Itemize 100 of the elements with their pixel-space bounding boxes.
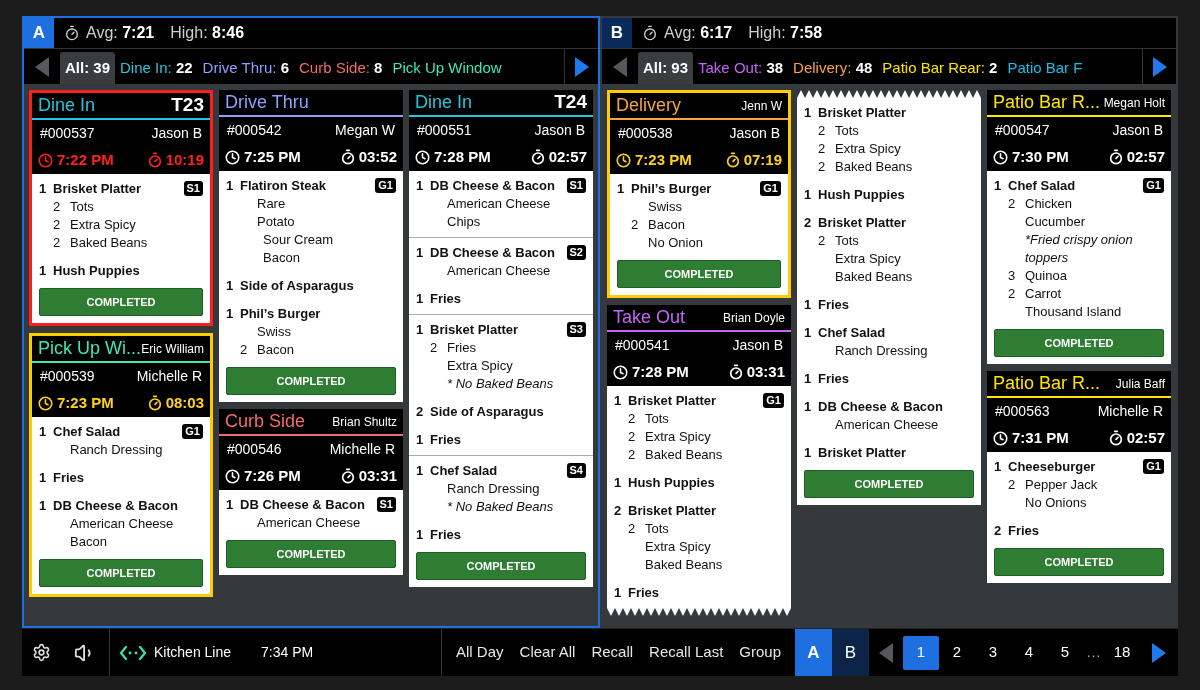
filter-tab[interactable]: Drive Thru: 6	[197, 52, 295, 84]
completed-button[interactable]: COMPLETED	[804, 470, 974, 498]
order-time: 7:28 PM	[434, 146, 491, 167]
completed-button[interactable]: COMPLETED	[994, 329, 1164, 357]
ticket-card[interactable]	[409, 90, 593, 587]
order-type-title: Patio Bar R...	[993, 372, 1101, 395]
seat-tag: G1	[763, 393, 784, 408]
completed-button[interactable]: COMPLETED	[617, 260, 781, 288]
item-quantity: 2	[614, 502, 623, 520]
modifier-text: No Onion	[648, 234, 703, 252]
item-quantity: 1	[614, 584, 623, 602]
modifier-text: Tots	[835, 232, 859, 250]
modifier-quantity: 2	[53, 234, 62, 252]
elapsed-time: 03:31	[746, 361, 785, 382]
seat-tag: S1	[183, 181, 203, 196]
order-type-title: Patio Bar R...	[993, 91, 1101, 114]
clock-icon	[613, 364, 628, 380]
modifier-quantity: 2	[240, 341, 249, 359]
stopwatch-icon	[727, 364, 744, 380]
page-button[interactable]: 5	[1047, 635, 1083, 670]
filter-tab[interactable]: Take Out: 38	[693, 52, 789, 84]
completed-button[interactable]: COMPLETED	[994, 548, 1164, 576]
item-name: Fries	[430, 290, 463, 308]
modifier-text: Ranch Dressing	[835, 342, 928, 360]
modifier-quantity: 2	[1008, 195, 1017, 213]
modifier-quantity: 2	[628, 410, 637, 428]
filter-tab[interactable]: Patio Bar Rear: 2	[877, 52, 1003, 84]
ticket-card[interactable]: Take Out Brian Doyle #000541 Jason B 7:28 PM 03:31 1 Brisket Platter G1 2 Tots 2 Extra Spicy 2 Baked Beans 1 Hush Puppies 2 Brisket Platter 2 Tots Extra Spicy Baked Beans 1 Fries	[607, 305, 791, 616]
filter-tab[interactable]: Delivery: 48	[788, 52, 878, 84]
item-name: Fries	[628, 584, 661, 602]
filter-tab[interactable]: All: 93	[638, 52, 694, 84]
filter-tab[interactable]: All: 39	[60, 52, 116, 84]
stopwatch-icon	[642, 25, 658, 41]
customer-name: Jenn W	[741, 97, 782, 115]
item-quantity: 2	[804, 214, 813, 232]
order-number: #000537	[40, 123, 95, 143]
page-button[interactable]: 4	[1011, 635, 1047, 670]
item-name: DB Cheese & Bacon	[430, 244, 556, 262]
item-quantity: 1	[416, 244, 425, 262]
completed-button[interactable]: COMPLETED	[416, 552, 586, 580]
stopwatch-icon	[339, 149, 356, 165]
modifier-text: Thousand Island	[1025, 303, 1122, 321]
item-name: DB Cheese & Bacon	[240, 496, 366, 514]
item-name: Phil’s Burger	[240, 305, 322, 323]
completed-button[interactable]: COMPLETED	[39, 559, 203, 587]
page-button[interactable]: 3	[975, 635, 1011, 670]
item-quantity: 1	[804, 444, 813, 462]
ticket-card[interactable]: Curb Side Brian Shultz #000546 Michelle R 7:26 PM 03:31 1 DB Cheese & Bacon S1 American Cheese COMPLETED	[219, 409, 403, 575]
action-button[interactable]: All Day	[448, 629, 512, 676]
filter-tab[interactable]: Pick Up Window	[387, 52, 507, 84]
filter-tab[interactable]: Dine In: 22	[115, 52, 198, 84]
modifier-text: Tots	[835, 122, 859, 140]
server-name: Michelle R	[1097, 401, 1163, 421]
stopwatch-icon	[146, 395, 163, 411]
seat-tag: S1	[566, 178, 586, 193]
screen-toggle[interactable]: B	[832, 629, 869, 676]
server-name: Jason B	[732, 335, 783, 355]
action-button[interactable]: Group	[731, 629, 789, 676]
ticket-card[interactable]: Patio Bar R... Julia Baff #000563 Michelle R 7:31 PM 02:57 1 Cheeseburger G1 2 Pepper Jack No Onions 2 Fries COMPLETED	[987, 371, 1171, 583]
modifier-quantity: 2	[53, 216, 62, 234]
filter-tab[interactable]: Patio Bar F	[1002, 52, 1088, 84]
item-name: Fries	[1008, 522, 1041, 540]
ticket-card[interactable]: Delivery Jenn W #000538 Jason B 7:23 PM 07:19 1 Phil’s Burger G1 Swiss 2 Bacon No Onion COMPLETED	[607, 90, 791, 298]
page-button[interactable]: 2	[939, 635, 975, 670]
elapsed-time: 03:52	[358, 146, 397, 167]
item-name: Hush Puppies	[53, 262, 141, 280]
order-number: #000539	[40, 366, 95, 386]
order-time: 7:25 PM	[244, 146, 301, 167]
screen-toggle[interactable]: A	[795, 629, 832, 676]
stopwatch-icon	[146, 152, 163, 168]
elapsed-time: 02:57	[1126, 427, 1165, 448]
order-time: 7:23 PM	[57, 392, 114, 413]
order-time: 7:30 PM	[1012, 146, 1069, 167]
item-quantity: 1	[39, 180, 48, 198]
ticket-card[interactable]: Patio Bar R... Megan Holt #000547 Jason B 7:30 PM 02:57 1 Chef Salad G1 2 Chicken Cucumber *Fried crispy onion toppers 3 Quinoa 2 Carrot Thousand Island COMPLETED	[987, 90, 1171, 364]
ticket-card[interactable]: Pick Up Wi...Eric William #000539 Michelle R 7:23 PM 08:03 1 Chef Salad G1 Ranch Dressing 1 Fries 1 DB Cheese & Bacon American Cheese Bacon COMPLETED	[29, 333, 213, 597]
completed-button[interactable]: COMPLETED	[226, 367, 396, 395]
order-time: 7:28 PM	[632, 361, 689, 382]
item-quantity: 1	[39, 423, 48, 441]
modifier-text: Bacon	[70, 533, 107, 551]
modifier-text: Bacon	[257, 341, 294, 359]
item-quantity: 1	[614, 392, 623, 410]
action-button[interactable]: Recall	[583, 629, 642, 676]
ticket-card[interactable]: Dine In T23 #000537 Jason B 7:22 PM 10:19 1 Brisket Platter S1 2 Tots 2 Extra Spicy 2 Baked Beans 1 Hush Puppies COMPLETED	[29, 90, 213, 326]
page-button[interactable]: 1	[903, 635, 939, 670]
stopwatch-icon	[1107, 149, 1124, 165]
modifier-text: American Cheese	[447, 262, 551, 280]
completed-button[interactable]: COMPLETED	[39, 288, 203, 316]
completed-button[interactable]: COMPLETED	[226, 540, 396, 568]
filter-tab[interactable]: Curb Side: 8	[294, 52, 388, 84]
page-button[interactable]: 18	[1104, 635, 1140, 670]
modifier-text: American Cheese	[835, 416, 939, 434]
order-time: 7:23 PM	[635, 149, 692, 170]
item-quantity: 1	[614, 474, 623, 492]
ticket-card[interactable]: Drive Thru #000542 Megan W 7:25 PM 03:52 1 Flatiron Steak G1 Rare Potato Sour Cream Bacon 1 Side of Asparagus 1 Phil’s Burger Swiss 2 Bacon COMPLETED	[219, 90, 403, 402]
chevrons-dots-icon	[120, 644, 146, 661]
modifier-quantity: 2	[631, 216, 640, 234]
action-button[interactable]: Recall Last	[641, 629, 732, 676]
action-button[interactable]: Clear All	[511, 629, 584, 676]
item-quantity: 1	[416, 462, 425, 480]
